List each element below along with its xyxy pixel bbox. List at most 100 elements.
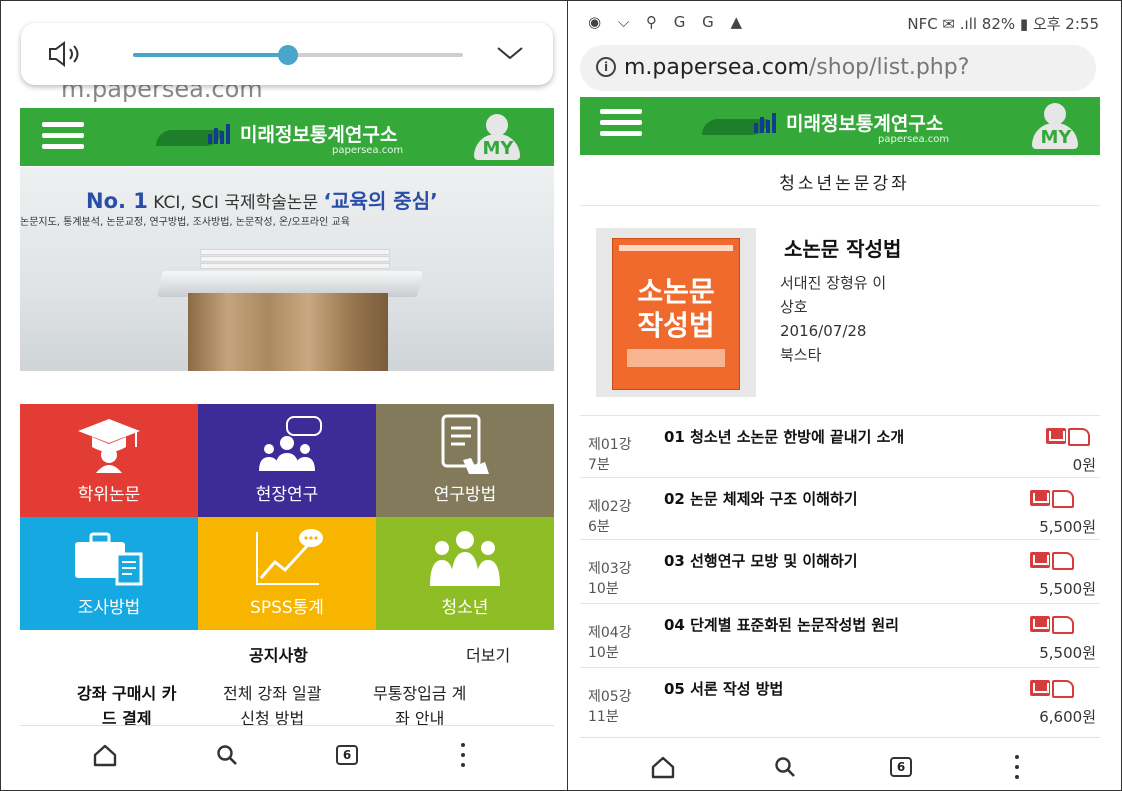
tile-spss-stats[interactable]: SPSS통계: [198, 517, 376, 630]
lecture-duration: 10분: [588, 645, 619, 661]
lecture-number: 제04강: [588, 625, 632, 641]
lecture-row[interactable]: 제04강 10분 04 단계별 표준화된 논문작성법 원리 5,500원: [580, 603, 1100, 665]
lecture-duration: 7분: [588, 457, 610, 473]
more-menu-icon[interactable]: [1000, 750, 1034, 784]
address-bar[interactable]: i m.papersea.com/shop/list.php?: [580, 45, 1096, 91]
menu-icon[interactable]: [42, 122, 84, 150]
tile-label: 연구방법: [433, 485, 497, 505]
lecture-price: 6,600원: [1039, 708, 1096, 726]
site-logo[interactable]: 미래정보통계연구소 papersea.com: [156, 114, 476, 160]
hero-books-image: [200, 249, 390, 275]
more-menu-icon[interactable]: [446, 738, 480, 772]
book-meta: 서대진 장형유 이 상호 2016/07/28 북스타: [780, 271, 930, 367]
mail-icon[interactable]: [1046, 428, 1066, 444]
tabs-button[interactable]: 6: [884, 750, 918, 784]
tile-research-method[interactable]: 연구방법: [376, 404, 554, 517]
book-authors: 서대진 장형유 이: [780, 274, 887, 292]
tile-youth[interactable]: 청소년: [376, 517, 554, 630]
lecture-row[interactable]: 제05강 11분 05 서론 작성 방법 6,600원: [580, 667, 1100, 729]
lecture-title[interactable]: 01 청소년 소논문 한방에 끝내기 소개: [664, 426, 904, 447]
notice-item-bulk-apply[interactable]: 전체 강좌 일괄 신청 방법: [223, 681, 322, 731]
notice-more-link[interactable]: 더보기: [466, 642, 510, 666]
tabs-count: 6: [336, 745, 358, 765]
lecture-number: 제03강: [588, 561, 632, 577]
brand-name: 미래정보통계연구소: [786, 113, 944, 135]
site-header: 미래정보통계연구소 papersea.com MY: [20, 108, 554, 166]
speaker-icon[interactable]: [47, 41, 87, 71]
left-phone-screen: m.papersea.com 미래정보통계연구소 papersea.com MY…: [1, 1, 567, 790]
hero-banner[interactable]: No. 1 KCI, SCI 국제학술논문 ‘교육의 중심’ 논문지도, 통계분…: [20, 167, 554, 371]
tablet-touch-icon: [376, 414, 554, 476]
lecture-title[interactable]: 04 단계별 표준화된 논문작성법 원리: [664, 614, 899, 635]
cart-icon[interactable]: [1068, 428, 1090, 446]
right-phone-screen: ◉ ⌵ ⚲ G G ▲ NFC ✉ .ıll 82% ▮ 오후 2:55 i m…: [568, 1, 1121, 790]
brand-sub: papersea.com: [332, 145, 404, 156]
url-text: m.papersea.com/shop/list.php?: [624, 55, 970, 80]
tile-field-research[interactable]: 현장연구: [198, 404, 376, 517]
home-icon[interactable]: [646, 750, 680, 784]
site-logo[interactable]: 미래정보통계연구소 papersea.com: [702, 103, 1022, 149]
book-cover[interactable]: 소논문 작성법: [596, 228, 756, 397]
browser-nav-bar: 6: [20, 725, 554, 783]
volume-slider[interactable]: [133, 45, 463, 65]
lecture-price: 0원: [1072, 456, 1096, 474]
cart-icon[interactable]: [1052, 616, 1074, 634]
group-chat-icon: [198, 414, 376, 476]
lecture-price: 5,500원: [1039, 518, 1096, 536]
tile-label: 조사방법: [77, 598, 141, 618]
lecture-number: 제05강: [588, 689, 632, 705]
tile-survey-method[interactable]: 조사방법: [20, 517, 198, 630]
cart-icon[interactable]: [1052, 680, 1074, 698]
mail-icon[interactable]: [1030, 680, 1050, 696]
lecture-row[interactable]: 제03강 10분 03 선행연구 모방 및 이해하기 5,500원: [580, 539, 1100, 601]
cart-icon[interactable]: [1052, 490, 1074, 508]
notice-item-card-payment[interactable]: 강좌 구매시 카드 결제: [77, 681, 176, 731]
people-icon: [376, 527, 554, 589]
volume-fill: [133, 53, 289, 57]
lecture-price: 5,500원: [1039, 580, 1096, 598]
tile-label: 학위논문: [77, 485, 141, 505]
tile-degree-thesis[interactable]: 학위논문: [20, 404, 198, 517]
my-label: MY: [1040, 127, 1072, 148]
book-title: 소논문 작성법: [784, 237, 902, 261]
lecture-price: 5,500원: [1039, 644, 1096, 662]
graduation-icon: [20, 414, 198, 476]
lecture-title[interactable]: 03 선행연구 모방 및 이해하기: [664, 550, 858, 571]
home-icon[interactable]: [88, 738, 122, 772]
info-icon[interactable]: i: [596, 57, 616, 77]
hero-headline: No. 1 KCI, SCI 국제학술논문 ‘교육의 중심’: [86, 189, 438, 213]
hero-stump-image: [188, 293, 388, 371]
tabs-button[interactable]: 6: [330, 738, 364, 772]
lecture-duration: 6분: [588, 519, 610, 535]
mail-icon[interactable]: [1030, 616, 1050, 632]
menu-icon[interactable]: [600, 109, 642, 137]
chevron-down-icon[interactable]: [495, 43, 525, 67]
lecture-duration: 10분: [588, 581, 619, 597]
lecture-duration: 11분: [588, 709, 619, 725]
lecture-row[interactable]: 제02강 6분 02 논문 체제와 구조 이해하기 5,500원: [580, 477, 1100, 539]
mail-icon[interactable]: [1030, 552, 1050, 568]
cart-icon[interactable]: [1052, 552, 1074, 570]
book-date: 2016/07/28: [780, 322, 867, 340]
status-left-icons: ◉ ⌵ ⚲ G G ▲: [588, 13, 749, 31]
tile-label: SPSS통계: [250, 598, 324, 618]
notice-item-bank-transfer[interactable]: 무통장입금 계좌 안내: [373, 681, 466, 731]
my-account-button[interactable]: MY: [1028, 103, 1080, 151]
volume-knob[interactable]: [278, 45, 299, 65]
my-account-button[interactable]: MY: [470, 114, 522, 162]
book-publisher: 북스타: [780, 346, 822, 364]
tabs-count: 6: [890, 757, 912, 777]
search-icon[interactable]: [768, 750, 802, 784]
brand-sub: papersea.com: [878, 134, 950, 145]
my-label: MY: [482, 138, 514, 159]
lecture-row[interactable]: 제01강 7분 01 청소년 소논문 한방에 끝내기 소개 0원: [580, 415, 1100, 477]
lecture-title[interactable]: 02 논문 체제와 구조 이해하기: [664, 488, 858, 509]
site-header: 미래정보통계연구소 papersea.com MY: [580, 97, 1100, 155]
tile-label: 청소년: [441, 598, 489, 618]
brand-name: 미래정보통계연구소: [240, 124, 398, 146]
status-bar: ◉ ⌵ ⚲ G G ▲ NFC ✉ .ıll 82% ▮ 오후 2:55: [568, 1, 1121, 41]
mail-icon[interactable]: [1030, 490, 1050, 506]
search-icon[interactable]: [210, 738, 244, 772]
lecture-title[interactable]: 05 서론 작성 방법: [664, 678, 783, 699]
status-right: NFC ✉ .ıll 82% ▮ 오후 2:55: [907, 15, 1099, 33]
